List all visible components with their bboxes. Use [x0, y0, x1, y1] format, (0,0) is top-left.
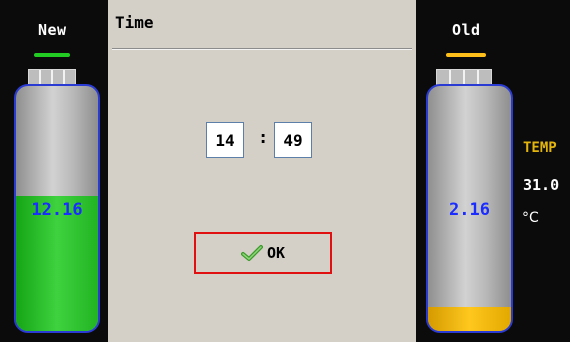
checkmark-icon: [240, 244, 263, 262]
temp-unit: °C: [522, 210, 539, 226]
old-voltage: 2.16: [449, 200, 490, 220]
old-battery-gauge: 2.16: [426, 84, 513, 333]
new-indicator: [34, 53, 70, 57]
battery-cap: [28, 69, 76, 85]
old-label: Old: [452, 21, 481, 39]
old-battery-panel: Old 2.16: [416, 0, 570, 342]
time-separator: :: [258, 128, 269, 148]
temp-value: 31.0: [523, 176, 560, 194]
ok-button[interactable]: OK: [194, 232, 332, 274]
time-dialog: Time 14 : 49 OK: [108, 0, 416, 342]
new-battery-gauge: 12.16: [14, 84, 100, 333]
ok-label: OK: [266, 244, 286, 262]
new-battery-panel: New 12.16: [0, 0, 108, 342]
old-indicator: [446, 53, 486, 57]
battery-fill: [428, 306, 511, 331]
new-label: New: [38, 21, 67, 39]
temp-label: TEMP: [523, 140, 557, 156]
dialog-title: Time: [115, 13, 154, 32]
battery-cap: [436, 69, 492, 85]
new-voltage: 12.16: [31, 200, 83, 220]
hour-field[interactable]: 14: [206, 122, 244, 158]
minute-field[interactable]: 49: [274, 122, 312, 158]
